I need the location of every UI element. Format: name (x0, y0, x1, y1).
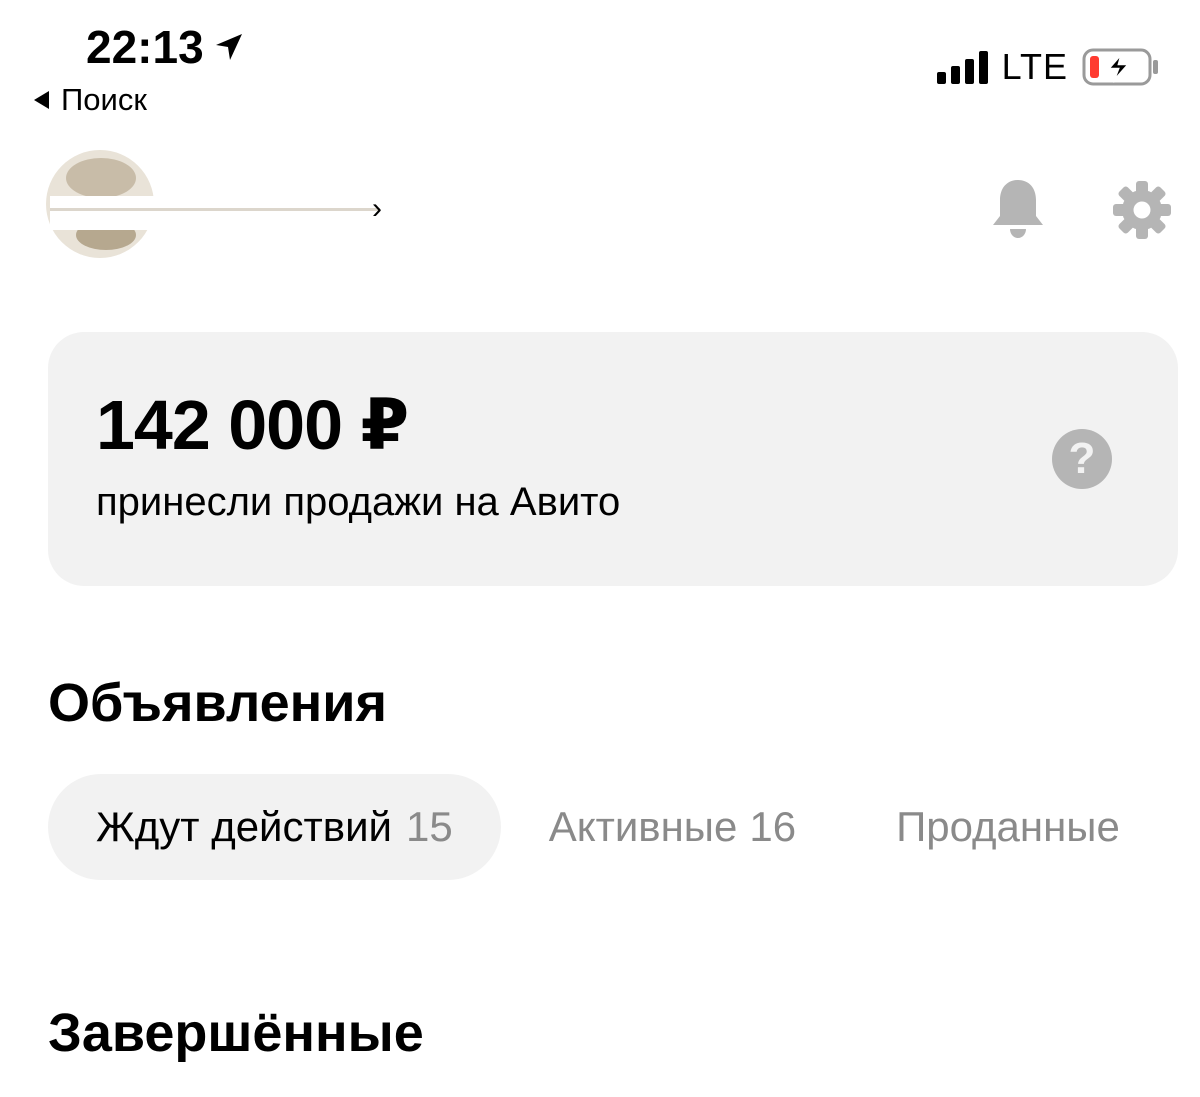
clock-text: 22:13 (86, 21, 204, 73)
gear-icon (1113, 181, 1171, 239)
help-button[interactable]: ? (1052, 429, 1112, 489)
location-arrow-icon (215, 34, 242, 60)
listings-section-title: Объявления (48, 673, 387, 733)
battery-charging-icon (1082, 48, 1158, 86)
back-arrow-icon (34, 91, 49, 109)
sales-earnings-card[interactable]: 142 000 ₽ принесли продажи на Авито ? (48, 332, 1178, 586)
back-link-label: Поиск (61, 82, 147, 117)
network-type: LTE (1001, 46, 1068, 87)
tab-active-listings[interactable]: Активные 16 (501, 774, 844, 880)
avatar-image-part (66, 158, 136, 198)
tab-label: Проданные (896, 803, 1120, 850)
tab-sold[interactable]: Проданные (844, 774, 1168, 880)
back-to-search-link[interactable]: Поиск (34, 82, 147, 118)
question-mark-icon: ? (1068, 434, 1096, 483)
tab-awaiting-action[interactable]: Ждут действий 15 (48, 774, 501, 880)
earnings-amount: 142 000 ₽ (96, 386, 409, 464)
settings-button[interactable] (1112, 180, 1172, 240)
earnings-caption: принесли продажи на Авито (96, 480, 621, 524)
cellular-signal-icon (936, 50, 988, 84)
notifications-button[interactable] (990, 176, 1046, 240)
completed-section-title: Завершённые (48, 1003, 424, 1063)
listings-tabs: Ждут действий 15 Активные 16 Проданные (48, 774, 1168, 880)
tab-count: 15 (406, 803, 453, 850)
status-time: 22:13 (86, 20, 244, 74)
bell-icon (993, 180, 1043, 238)
tab-label: Активные (548, 803, 738, 850)
tab-label: Ждут действий (96, 803, 392, 850)
profile-chevron-icon: › (372, 192, 382, 225)
tab-count: 16 (749, 803, 797, 850)
profile-name-redacted[interactable] (50, 196, 390, 230)
status-indicators: LTE (936, 46, 1160, 88)
redaction-mark (50, 208, 380, 211)
